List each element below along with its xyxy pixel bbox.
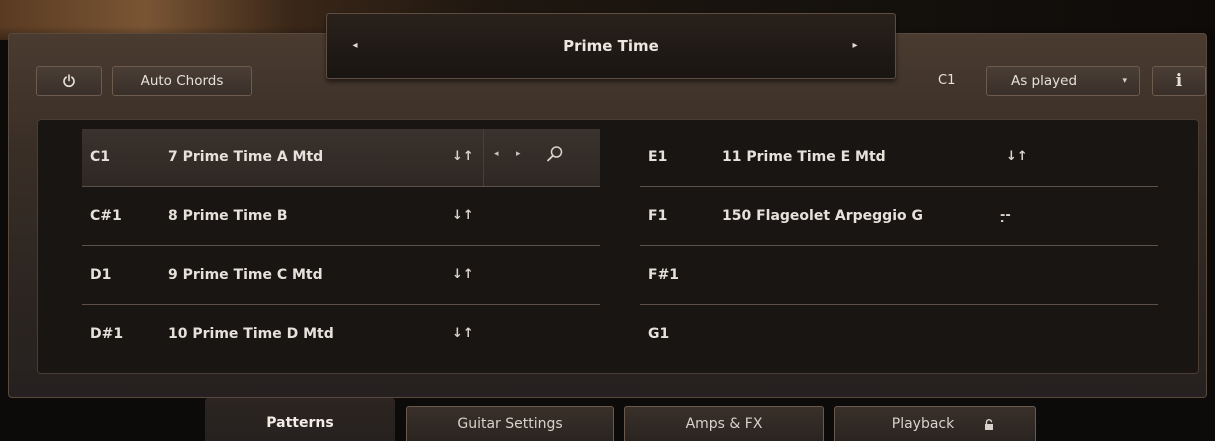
slot-pattern-name: 11 Prime Time E Mtd (722, 149, 886, 165)
slot-note: D1 (90, 267, 112, 283)
slot-note: C1 (90, 149, 111, 165)
chevron-down-icon: ▾ (1122, 76, 1127, 86)
drag-updown-icon[interactable]: ↓↑ (452, 326, 474, 341)
search-icon[interactable] (546, 145, 564, 163)
drag-updown-icon[interactable]: ↓↑ (452, 267, 474, 282)
pattern-slot-c1[interactable]: C1 7 Prime Time A Mtd ↓↑ ◂ ▸ (82, 129, 600, 187)
pattern-slot-cs1[interactable]: C#1 8 Prime Time B ↓↑ (82, 188, 600, 246)
mode-value: As played (1011, 73, 1078, 89)
pattern-slot-ds1[interactable]: D#1 10 Prime Time D Mtd ↓↑ (82, 306, 600, 364)
slot-pattern-name: 7 Prime Time A Mtd (168, 149, 324, 165)
patterns-panel: C1 7 Prime Time A Mtd ↓↑ ◂ ▸ C#1 8 Prime… (37, 119, 1199, 374)
drag-updown-icon[interactable]: ↓↑ (452, 149, 474, 164)
mode-dropdown[interactable]: As played ▾ (986, 66, 1140, 96)
tab-guitar-settings[interactable]: Guitar Settings (406, 406, 614, 441)
tab-amps-fx[interactable]: Amps & FX (624, 406, 824, 441)
tab-playback[interactable]: Playback (834, 406, 1036, 441)
power-button[interactable] (36, 66, 102, 96)
slot-note: C#1 (90, 208, 122, 224)
power-icon (63, 74, 75, 88)
slot-note: G1 (648, 326, 670, 342)
slot-note: E1 (648, 149, 668, 165)
slot-pattern-name: 9 Prime Time C Mtd (168, 267, 323, 283)
info-button[interactable]: i (1152, 66, 1206, 96)
slot-note: F#1 (648, 267, 680, 283)
drag-updown-icon[interactable]: ↓↑ (452, 208, 474, 223)
slot-note: D#1 (90, 326, 124, 342)
pattern-slot-f1[interactable]: F1 150 Flageolet Arpeggio G -̣- (640, 188, 1158, 246)
slot-tools: ◂ ▸ (483, 129, 601, 186)
slot-pattern-name: 10 Prime Time D Mtd (168, 326, 334, 342)
slot-next-button[interactable]: ▸ (516, 149, 521, 159)
tab-patterns[interactable]: Patterns (205, 398, 395, 441)
pattern-slot-d1[interactable]: D1 9 Prime Time C Mtd ↓↑ (82, 247, 600, 305)
arpeggio-icon[interactable]: -̣- (1000, 208, 1011, 223)
key-label: C1 (938, 73, 956, 88)
tab-playback-label: Playback (891, 416, 955, 432)
drag-updown-icon[interactable]: ↓↑ (1006, 149, 1028, 164)
auto-chords-button[interactable]: Auto Chords (112, 66, 252, 96)
next-preset-button[interactable]: ▸ (845, 36, 865, 56)
slot-pattern-name: 8 Prime Time B (168, 208, 288, 224)
slot-note: F1 (648, 208, 668, 224)
slot-prev-button[interactable]: ◂ (494, 149, 499, 159)
pattern-slot-fs1[interactable]: F#1 (640, 247, 1158, 305)
pattern-slot-g1[interactable]: G1 (640, 306, 1158, 364)
preset-title[interactable]: Prime Time (327, 37, 895, 55)
pattern-slot-e1[interactable]: E1 11 Prime Time E Mtd ↓↑ (640, 129, 1158, 187)
preset-navigator: ◂ Prime Time ▸ (326, 13, 896, 79)
slot-pattern-name: 150 Flageolet Arpeggio G (722, 208, 923, 224)
lock-icon[interactable] (983, 419, 995, 431)
